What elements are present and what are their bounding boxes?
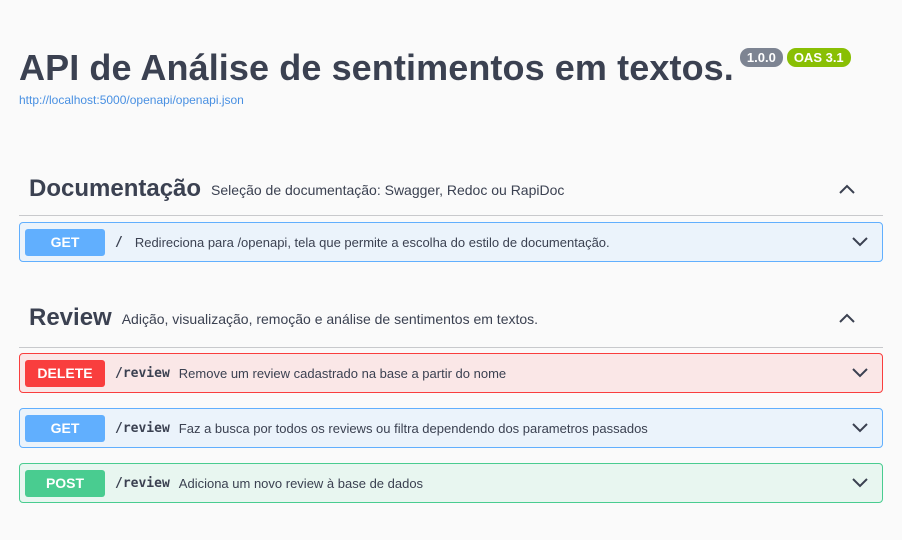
operation-post-review[interactable]: POST /review Adiciona um novo review à b… bbox=[19, 463, 883, 503]
badges: 1.0.0 OAS 3.1 bbox=[739, 48, 851, 67]
operation-summary: Faz a busca por todos os reviews ou filt… bbox=[178, 420, 648, 436]
chevron-down-icon[interactable] bbox=[850, 418, 870, 438]
method-badge: GET bbox=[25, 414, 105, 442]
chevron-up-icon[interactable] bbox=[837, 179, 857, 199]
method-badge: POST bbox=[25, 469, 105, 497]
tag-section-review: Review Adição, visualização, remoção e a… bbox=[19, 288, 883, 503]
method-badge: GET bbox=[25, 228, 105, 256]
operation-delete-review[interactable]: DELETE /review Remove um review cadastra… bbox=[19, 353, 883, 393]
tag-description: Seleção de documentação: Swagger, Redoc … bbox=[211, 181, 565, 198]
tag-header-review[interactable]: Review Adição, visualização, remoção e a… bbox=[19, 288, 883, 348]
version-badge: 1.0.0 bbox=[739, 48, 783, 67]
operation-summary: Remove um review cadastrado na base a pa… bbox=[178, 365, 507, 381]
chevron-down-icon[interactable] bbox=[850, 473, 870, 493]
tag-name: Documentação bbox=[29, 174, 202, 202]
tag-header-documentacao[interactable]: Documentação Seleção de documentação: Sw… bbox=[19, 162, 883, 216]
operation-summary: Adiciona um novo review à base de dados bbox=[178, 475, 424, 491]
chevron-up-icon[interactable] bbox=[837, 308, 857, 328]
operation-path: /review bbox=[115, 475, 170, 491]
tag-section-documentacao: Documentação Seleção de documentação: Sw… bbox=[19, 162, 883, 262]
operation-summary: Redireciona para /openapi, tela que perm… bbox=[134, 234, 610, 250]
api-info-header: API de Análise de sentimentos em textos.… bbox=[19, 44, 851, 92]
chevron-down-icon[interactable] bbox=[850, 363, 870, 383]
tag-name: Review bbox=[29, 303, 112, 331]
operation-path: / bbox=[115, 234, 123, 250]
oas-badge: OAS 3.1 bbox=[786, 48, 851, 67]
operation-path: /review bbox=[115, 420, 170, 436]
operation-path: /review bbox=[115, 365, 170, 381]
operation-get-root[interactable]: GET / Redireciona para /openapi, tela qu… bbox=[19, 222, 883, 262]
chevron-down-icon[interactable] bbox=[850, 232, 870, 252]
method-badge: DELETE bbox=[25, 359, 105, 387]
operation-get-review[interactable]: GET /review Faz a busca por todos os rev… bbox=[19, 408, 883, 448]
spec-url-link[interactable]: http://localhost:5000/openapi/openapi.js… bbox=[19, 93, 244, 107]
tag-description: Adição, visualização, remoção e análise … bbox=[121, 310, 539, 327]
page-title: API de Análise de sentimentos em textos. bbox=[19, 47, 734, 88]
